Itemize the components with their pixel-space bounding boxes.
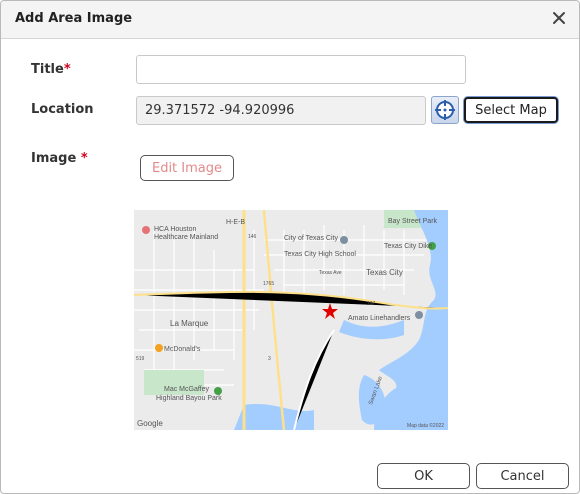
map-label-hca: HCA Houston bbox=[154, 226, 197, 233]
map-label-city-of-texas-city: City of Texas City bbox=[284, 235, 338, 242]
map-label-mac-mcgaffey: Mac McGaffey bbox=[164, 386, 209, 393]
hospital-pin-icon bbox=[142, 226, 150, 234]
close-icon bbox=[553, 12, 565, 24]
title-input[interactable] bbox=[136, 55, 466, 84]
locate-button[interactable] bbox=[431, 96, 459, 124]
title-label: Title* bbox=[31, 62, 71, 77]
map-data-attribution: Map data ©2022 bbox=[407, 422, 444, 429]
map-label-hwy-3: 3 bbox=[268, 356, 271, 362]
close-button[interactable] bbox=[549, 8, 569, 28]
add-area-image-dialog: Add Area Image Title* Location Select Ma… bbox=[0, 0, 580, 494]
map-label-texas-ave: Texas Ave bbox=[319, 270, 342, 276]
map-label-hwy-146: 146 bbox=[248, 234, 257, 240]
map-label-hwy-519: 519 bbox=[136, 356, 145, 362]
map-label-dike: Texas City Dike bbox=[384, 243, 432, 250]
location-label: Location bbox=[31, 102, 94, 117]
dialog-header: Add Area Image bbox=[1, 1, 579, 39]
crosshair-icon bbox=[435, 100, 455, 120]
required-asterisk: * bbox=[80, 151, 88, 166]
cancel-button[interactable]: Cancel bbox=[476, 463, 569, 489]
google-logo: Google bbox=[137, 419, 163, 428]
map-label-high-school: Texas City High School bbox=[284, 251, 356, 258]
dialog-title: Add Area Image bbox=[15, 11, 133, 26]
map-graphic: H-E-B HCA Houston Healthcare Mainland Ba… bbox=[134, 210, 448, 430]
required-asterisk: * bbox=[63, 62, 71, 77]
select-map-button[interactable]: Select Map bbox=[464, 97, 558, 123]
map-label-bay-street-park: Bay Street Park bbox=[388, 218, 438, 225]
map-label-highland-bayou: Highland Bayou Park bbox=[156, 395, 222, 402]
title-label-text: Title bbox=[31, 62, 64, 77]
map-label-hwy-197: 197 bbox=[367, 301, 376, 307]
ok-button[interactable]: OK bbox=[377, 463, 470, 489]
location-input[interactable] bbox=[136, 96, 426, 125]
map-label-la-marque: La Marque bbox=[170, 319, 209, 328]
map-label-amato: Amato Linehandlers bbox=[348, 315, 411, 322]
map-label-hwy-1765: 1765 bbox=[263, 281, 274, 287]
map-image: H-E-B HCA Houston Healthcare Mainland Ba… bbox=[134, 210, 448, 430]
edit-image-button[interactable]: Edit Image bbox=[140, 155, 234, 181]
map-label-texas-city: Texas City bbox=[366, 268, 403, 277]
map-label-hca2: Healthcare Mainland bbox=[154, 234, 218, 241]
map-label-heb: H-E-B bbox=[226, 219, 245, 226]
image-label: Image * bbox=[31, 151, 88, 166]
map-label-mcdonalds: McDonald's bbox=[164, 346, 201, 353]
image-label-text: Image bbox=[31, 151, 77, 166]
